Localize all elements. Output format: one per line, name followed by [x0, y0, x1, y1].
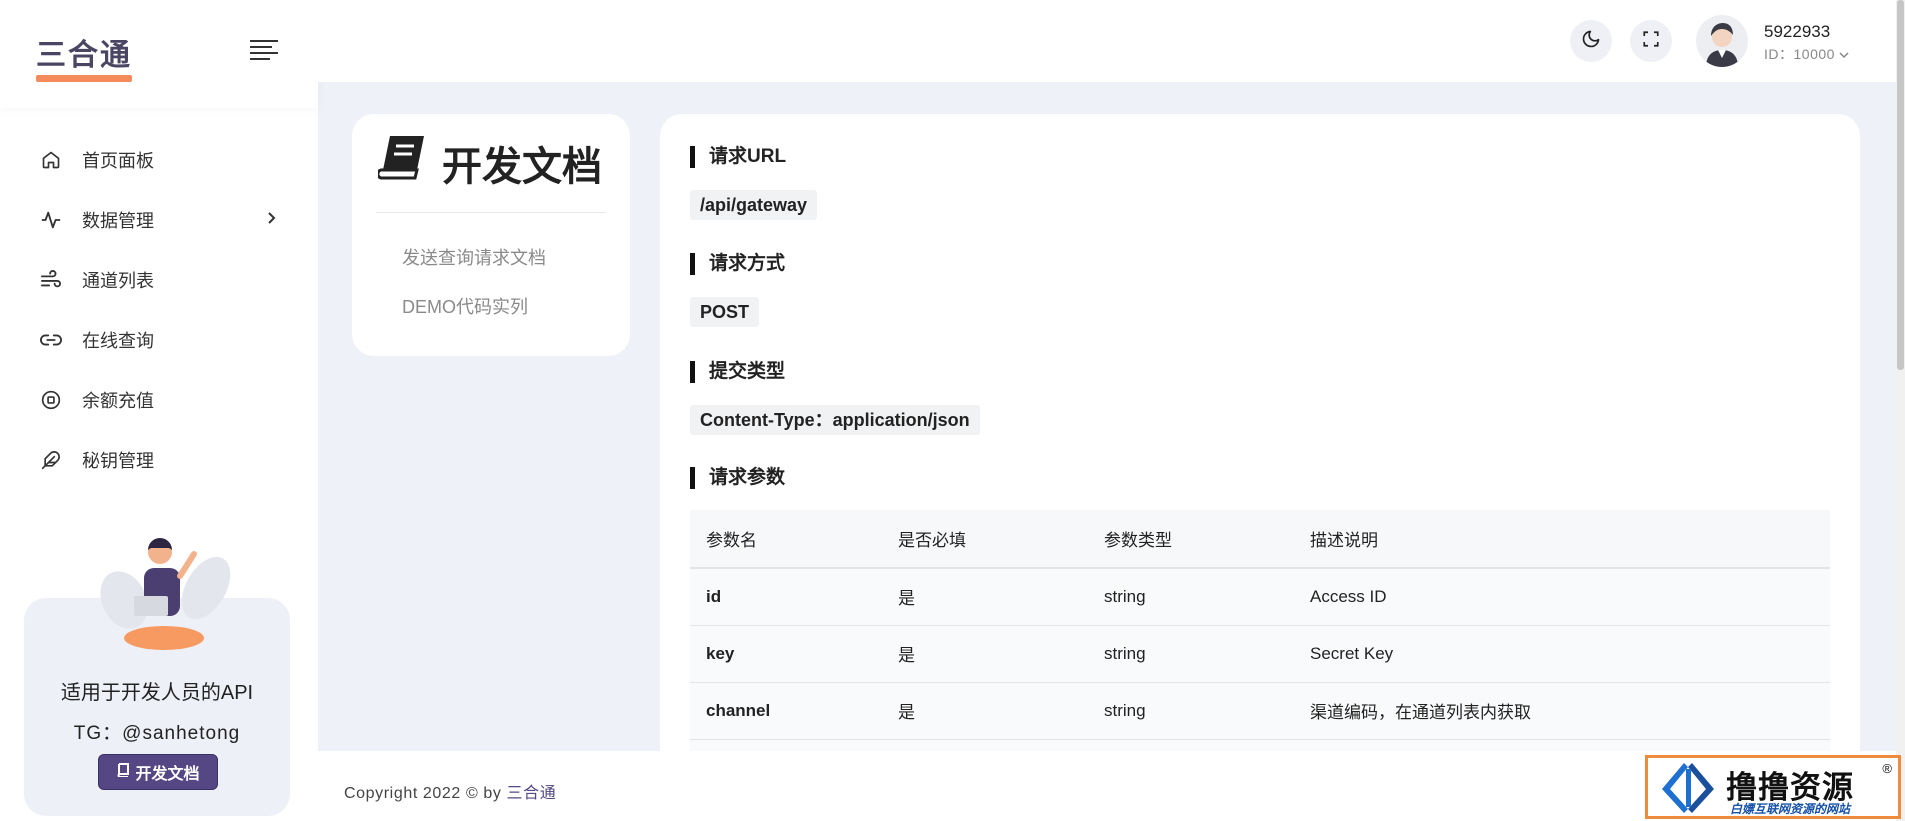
- user-id-dropdown[interactable]: ID：10000: [1764, 44, 1849, 64]
- copyright-brand-link[interactable]: 三合通: [507, 785, 557, 802]
- page-scrollbar[interactable]: [1896, 0, 1905, 821]
- watermark-registered: ®: [1882, 761, 1892, 776]
- table-row: channel 是 string 渠道编码，在通道列表内获取: [690, 682, 1830, 740]
- content-type-value: Content-Type：application/json: [690, 405, 980, 435]
- param-type: string: [1088, 682, 1294, 740]
- watermark-badge: 撸撸资源 ® 白嫖互联网资源的网站: [1645, 755, 1901, 819]
- sidebar-item-channel-list[interactable]: 通道列表: [0, 250, 318, 310]
- dev-docs-button-label: 开发文档: [135, 766, 200, 783]
- sidebar-item-label: 在线查询: [82, 331, 154, 351]
- table-header-row: 参数名 是否必填 参数类型 描述说明: [690, 510, 1830, 569]
- param-name: id: [690, 568, 882, 626]
- chevron-right-icon: [266, 210, 278, 231]
- sidebar-item-key-management[interactable]: 秘钥管理: [0, 430, 318, 490]
- sidebar-nav: 首页面板 数据管理 通道列表 在线查询 余额充值 秘钥管理: [0, 130, 318, 490]
- table-row: id 是 string Access ID: [690, 568, 1830, 626]
- params-table: 参数名 是否必填 参数类型 描述说明 id 是 string Access ID…: [690, 510, 1830, 754]
- promo-telegram: TG：@sanhetong: [73, 723, 241, 744]
- coin-icon: [40, 389, 62, 411]
- sidebar-item-data-management[interactable]: 数据管理: [0, 190, 318, 250]
- copyright-text: Copyright 2022 © by: [344, 785, 502, 802]
- activity-icon: [40, 209, 62, 231]
- table-row: key 是 string Secret Key: [690, 625, 1830, 683]
- avatar[interactable]: [1696, 15, 1748, 67]
- param-type: string: [1088, 625, 1294, 683]
- param-name: channel: [690, 682, 882, 740]
- doc-nav-title-text: 开发文档: [442, 144, 602, 190]
- watermark-logo: [1662, 763, 1714, 813]
- scrollbar-thumb[interactable]: [1897, 0, 1904, 370]
- chevron-down-icon: [1839, 46, 1849, 62]
- request-url-title: 请求URL: [690, 146, 786, 168]
- wind-icon: [40, 269, 62, 291]
- dark-mode-toggle[interactable]: [1570, 20, 1612, 62]
- column-header: 描述说明: [1294, 510, 1830, 569]
- book-icon: [116, 762, 130, 782]
- request-url-value: /api/gateway: [690, 190, 818, 220]
- param-required: 是: [882, 625, 1088, 683]
- sidebar-item-label: 余额充值: [82, 391, 154, 411]
- logo[interactable]: 三合通: [36, 30, 132, 82]
- moon-icon: [1581, 29, 1601, 54]
- sidebar-item-label: 秘钥管理: [82, 451, 154, 471]
- param-description: 渠道编码，在通道列表内获取: [1294, 682, 1830, 740]
- sidebar: 三合通 首页面板 数据管理 通道列表 在线查询 余额充值 秘钥管理 适用于开发人…: [0, 0, 318, 821]
- request-method-title: 请求方式: [690, 253, 785, 275]
- link-icon: [40, 329, 62, 351]
- content-type-title: 提交类型: [690, 361, 785, 383]
- sidebar-item-online-query[interactable]: 在线查询: [0, 310, 318, 370]
- column-header: 参数类型: [1088, 510, 1294, 569]
- sidebar-item-label: 数据管理: [82, 211, 154, 231]
- username: 5922933: [1764, 22, 1831, 41]
- fullscreen-icon: [1642, 30, 1660, 53]
- param-name: key: [690, 625, 882, 683]
- user-id: ID：10000: [1764, 46, 1835, 62]
- sidebar-item-label: 首页面板: [82, 151, 154, 171]
- request-params-title: 请求参数: [690, 467, 785, 489]
- developer-illustration: [100, 538, 231, 650]
- sidebar-item-label: 通道列表: [82, 271, 154, 291]
- sidebar-item-dashboard[interactable]: 首页面板: [0, 130, 318, 190]
- request-method-value: POST: [690, 297, 760, 327]
- column-header: 参数名: [690, 510, 882, 569]
- param-description: Access ID: [1294, 568, 1830, 626]
- dev-docs-button[interactable]: 开发文档: [98, 754, 218, 790]
- doc-link-demo-code[interactable]: DEMO代码实列: [402, 293, 528, 319]
- column-header: 是否必填: [882, 510, 1088, 569]
- api-doc-card: 请求URL /api/gateway 请求方式 POST 提交类型 Conten…: [660, 114, 1860, 754]
- copyright: Copyright 2022 © by 三合通: [344, 779, 556, 803]
- watermark-subtitle: 白嫖互联网资源的网站: [1730, 802, 1851, 816]
- promo-title: 适用于开发人员的API: [60, 682, 254, 704]
- top-header: 5922933 ID：10000: [318, 0, 1896, 82]
- fullscreen-button[interactable]: [1630, 20, 1672, 62]
- param-description: Secret Key: [1294, 625, 1830, 683]
- divider: [376, 212, 606, 213]
- doc-link-query-request[interactable]: 发送查询请求文档: [402, 244, 546, 270]
- param-required: 是: [882, 682, 1088, 740]
- sidebar-item-recharge[interactable]: 余额充值: [0, 370, 318, 430]
- param-required: 是: [882, 568, 1088, 626]
- menu-toggle-icon[interactable]: [250, 40, 278, 62]
- doc-nav-card: 开发文档 发送查询请求文档 DEMO代码实列: [352, 114, 630, 356]
- brand-bar: 三合通: [0, 0, 318, 108]
- doc-nav-title: 开发文档: [376, 136, 602, 190]
- home-icon: [40, 149, 62, 171]
- param-type: string: [1088, 568, 1294, 626]
- book-icon: [376, 134, 428, 192]
- promo-card: 适用于开发人员的API TG：@sanhetong 开发文档: [24, 538, 290, 816]
- feather-icon: [40, 449, 62, 471]
